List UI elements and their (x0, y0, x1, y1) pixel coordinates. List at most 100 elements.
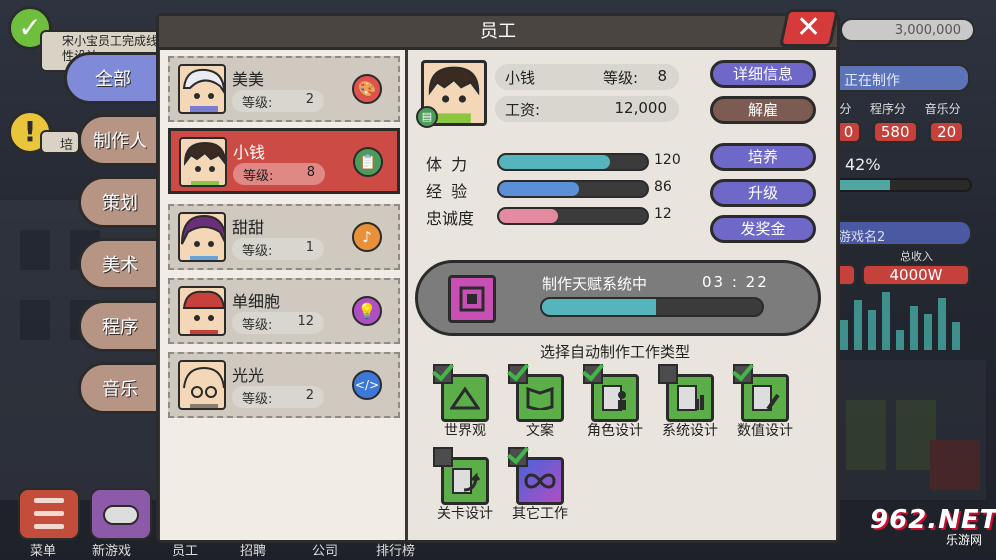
salary-value: 12,000 (614, 99, 668, 117)
game-name: 游戏名2 (830, 220, 972, 246)
bottom-label: 新游戏 (92, 544, 132, 559)
score-panel: 分 程序分 音乐分 0 580 20 (830, 100, 970, 143)
stat-label-experience: 经 验 (426, 182, 470, 201)
progress-percent: 42% (845, 155, 881, 174)
code-icon: </> (352, 370, 382, 400)
job-copywriting[interactable]: 文案 (500, 360, 576, 439)
bottom-label: 菜单 (30, 544, 57, 559)
detail-name-pill: 小钱 等级: 8 (495, 64, 679, 90)
coin-counter: 3,000,000 (840, 18, 975, 42)
job-checkbox[interactable] (658, 364, 678, 384)
employee-name: 小钱 (233, 143, 266, 162)
talent-bar (540, 297, 764, 317)
job-checkbox[interactable] (733, 364, 753, 384)
avatar (178, 360, 226, 410)
talent-timer: 03 : 22 (702, 273, 769, 291)
detail-level-label: 等级: (603, 69, 639, 87)
employee-name: 甜甜 (232, 218, 265, 237)
job-label: 数值设计 (737, 423, 793, 439)
close-icon: ✕ (796, 10, 822, 45)
job-checkbox[interactable] (433, 447, 453, 467)
chip-icon (448, 275, 496, 323)
experience-value: 86 (654, 179, 672, 195)
upgrade-button[interactable]: 升级 (710, 179, 816, 207)
tab-all[interactable]: 全部 (64, 52, 162, 104)
job-checkbox[interactable] (508, 364, 528, 384)
stamina-bar (497, 153, 649, 171)
job-checkbox[interactable] (433, 364, 453, 384)
palette-icon: 🎨 (352, 74, 382, 104)
job-numbers-design[interactable]: 数值设计 (725, 360, 801, 439)
score-label: 分 (839, 102, 852, 116)
job-label: 关卡设计 (437, 506, 493, 522)
auto-work-title: 选择自动制作工作类型 (540, 343, 691, 361)
job-worldview[interactable]: 世界观 (425, 360, 501, 439)
job-system-design[interactable]: 系统设计 (650, 360, 726, 439)
tab-programming[interactable]: 程序 (78, 300, 162, 352)
job-character-design[interactable]: 角色设计 (575, 360, 651, 439)
employee-card[interactable]: 甜甜 等级: 1 ♪ (168, 204, 400, 270)
music-note-icon: ♪ (352, 222, 382, 252)
game-progress-bar (830, 178, 972, 192)
clipboard-icon: 📋 (353, 147, 383, 177)
loyalty-bar (497, 207, 649, 225)
employee-card[interactable]: 光光 等级: 2 </> (168, 352, 400, 418)
new-game-button[interactable] (90, 488, 152, 540)
job-label: 角色设计 (587, 423, 643, 439)
job-label: 其它工作 (512, 506, 568, 522)
job-checkbox[interactable] (508, 447, 528, 467)
avatar (178, 64, 226, 114)
job-other-work[interactable]: 其它工作 (500, 443, 576, 522)
avatar (178, 212, 226, 262)
employee-card-selected[interactable]: 小钱 等级: 8 📋 (168, 128, 400, 194)
employee-level: 等级: 8 (233, 163, 325, 185)
employee-card[interactable]: 单细胞 等级: 12 💡 (168, 278, 400, 344)
avatar (178, 286, 226, 336)
salary-label: 工资: (505, 101, 541, 119)
train-button[interactable]: 培养 (710, 143, 816, 171)
producing-label: 正在制作 (830, 64, 970, 92)
score-value: 580 (872, 121, 918, 143)
sales-chart (840, 290, 965, 350)
detail-level: 8 (657, 67, 667, 85)
talent-title: 制作天赋系统中 (542, 275, 648, 293)
tab-art[interactable]: 美术 (78, 238, 162, 290)
employee-level: 等级: 2 (232, 386, 324, 408)
job-label: 世界观 (444, 423, 486, 439)
job-label: 文案 (526, 423, 554, 439)
income-value: 4000W (862, 264, 970, 286)
tab-producer[interactable]: 制作人 (78, 114, 162, 166)
employee-level: 等级: 12 (232, 312, 324, 334)
panel-title: 员工 (159, 16, 837, 50)
lightbulb-icon: 💡 (352, 296, 382, 326)
stat-label-stamina: 体 力 (426, 155, 470, 174)
employee-name: 单细胞 (232, 292, 281, 311)
tab-planner[interactable]: 策划 (78, 176, 162, 228)
tab-music[interactable]: 音乐 (78, 362, 162, 414)
employee-name: 美美 (232, 70, 265, 89)
fire-button[interactable]: 解雇 (710, 96, 816, 124)
loyalty-value: 12 (654, 206, 672, 222)
bonus-button[interactable]: 发奖金 (710, 215, 816, 243)
talent-progress: 制作天赋系统中 03 : 22 (415, 260, 821, 336)
job-level-design[interactable]: 关卡设计 (425, 443, 501, 522)
task-note-2: 培 (40, 130, 80, 154)
job-label: 系统设计 (662, 423, 718, 439)
employee-level: 等级: 1 (232, 238, 324, 260)
menu-button[interactable] (18, 488, 80, 540)
score-value: 20 (929, 121, 965, 143)
close-button[interactable]: ✕ (778, 9, 840, 47)
employee-card[interactable]: 美美 等级: 2 🎨 (168, 56, 400, 122)
watermark: 962.NET 乐游网 (870, 505, 996, 555)
detail-salary-pill: 工资: 12,000 (495, 96, 679, 122)
clipboard-icon: ▤ (416, 106, 438, 128)
details-button[interactable]: 详细信息 (710, 60, 816, 88)
stamina-value: 120 (654, 152, 681, 168)
employee-level: 等级: 2 (232, 90, 324, 112)
score-label: 程序分 (869, 102, 906, 116)
stat-label-loyalty: 忠诚度 (426, 209, 475, 228)
job-checkbox[interactable] (583, 364, 603, 384)
gamepad-icon (103, 505, 139, 525)
score-label: 音乐分 (924, 102, 961, 116)
income-label: 总收入 (900, 250, 933, 263)
